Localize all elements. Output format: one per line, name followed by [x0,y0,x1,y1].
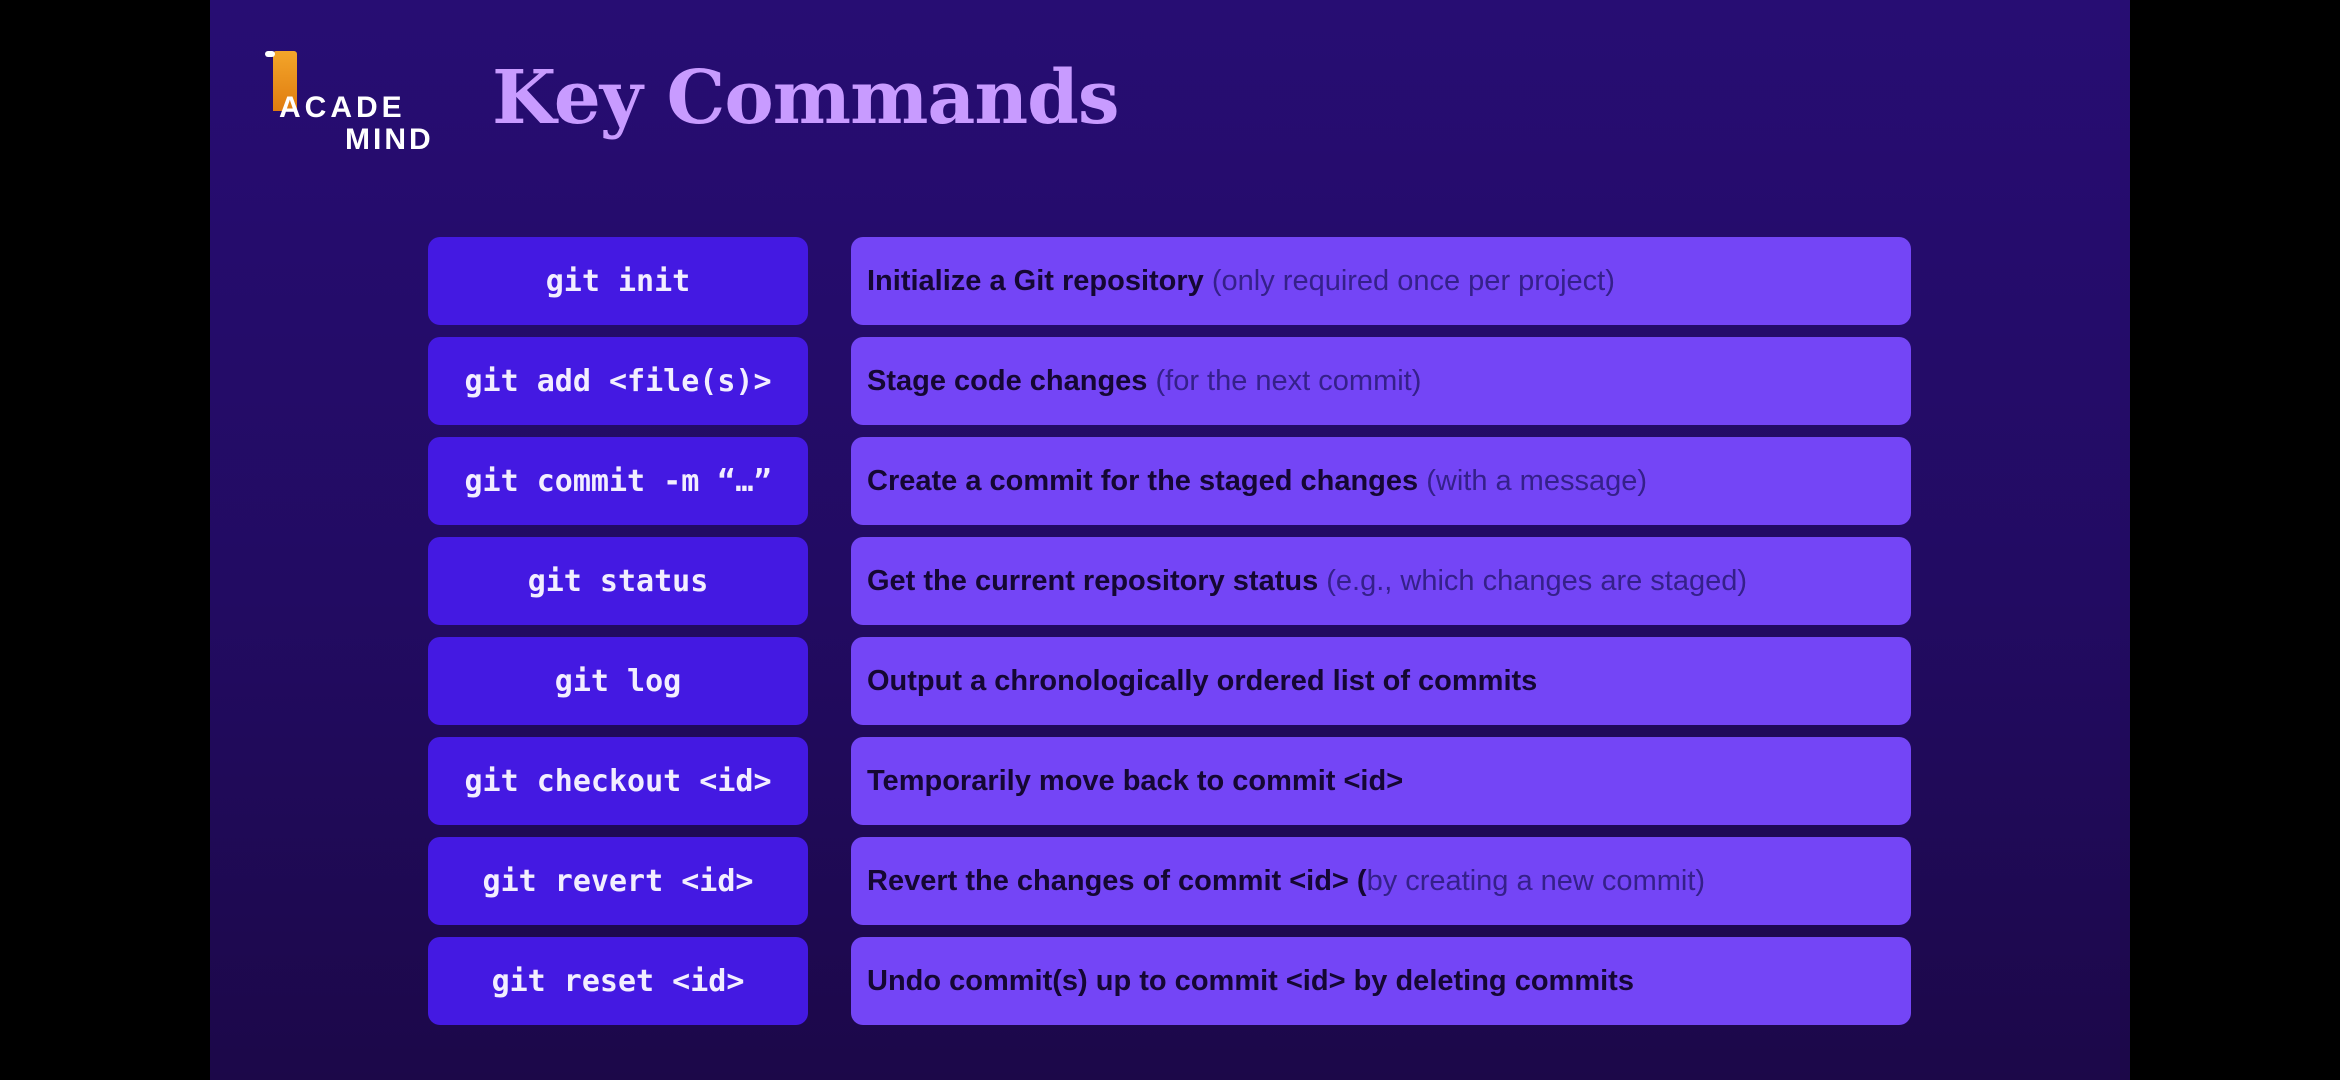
description-note: (e.g., which changes are staged) [1318,564,1748,597]
description-note: (only required once per project) [1203,264,1615,297]
description-main: Stage code changes [867,364,1148,397]
description-note: (for the next commit) [1147,364,1422,397]
command-row: git revert <id> Revert the changes of com… [428,837,1911,925]
description-note: (with a message) [1418,464,1648,497]
command-description: Create a commit for the staged changes (… [851,437,1911,525]
command-label: git status [428,537,808,625]
command-label: git checkout <id> [428,737,808,825]
description-main: Temporarily move back to commit <id> [867,764,1404,797]
description-main: Output a chronologically ordered list of… [867,664,1538,697]
description-main: Get the current repository status [867,564,1319,597]
academind-logo: ACADE MIND [261,49,441,156]
command-description: Initialize a Git repository (only requir… [851,237,1911,325]
command-label: git log [428,637,808,725]
slide-title: Key Commands [492,55,1120,141]
description-main: Initialize a Git repository [867,264,1204,297]
command-description: Temporarily move back to commit <id> [851,737,1911,825]
slide: ACADE MIND Key Commands git init Initiali… [210,0,2130,1080]
command-table: git init Initialize a Git repository (onl… [428,237,1911,1037]
description-main: Undo commit(s) up to commit <id> by dele… [867,964,1634,997]
description-main: Create a commit for the staged changes [867,464,1419,497]
command-label: git revert <id> [428,837,808,925]
description-main: Revert the changes of commit <id> ( [867,864,1367,897]
command-description: Undo commit(s) up to commit <id> by dele… [851,937,1911,1025]
command-label: git add <file(s)> [428,337,808,425]
description-note: by creating a new commit) [1366,864,1706,897]
command-row: git commit -m “…” Create a commit for the… [428,437,1911,525]
command-row: git add <file(s)> Stage code changes (for… [428,337,1911,425]
command-row: git checkout <id> Temporarily move back t… [428,737,1911,825]
command-label: git commit -m “…” [428,437,808,525]
command-label: git init [428,237,808,325]
command-description: Output a chronologically ordered list of… [851,637,1911,725]
command-row: git status Get the current repository sta… [428,537,1911,625]
command-description: Get the current repository status (e.g.,… [851,537,1911,625]
command-description: Stage code changes (for the next commit) [851,337,1911,425]
command-label: git reset <id> [428,937,808,1025]
command-row: git reset <id> Undo commit(s) up to commi… [428,937,1911,1025]
command-row: git log Output a chronologically ordered … [428,637,1911,725]
logo-line1: ACADE [279,91,406,124]
command-row: git init Initialize a Git repository (onl… [428,237,1911,325]
logo-line2: MIND [345,123,434,156]
command-description: Revert the changes of commit <id> (by cr… [851,837,1911,925]
